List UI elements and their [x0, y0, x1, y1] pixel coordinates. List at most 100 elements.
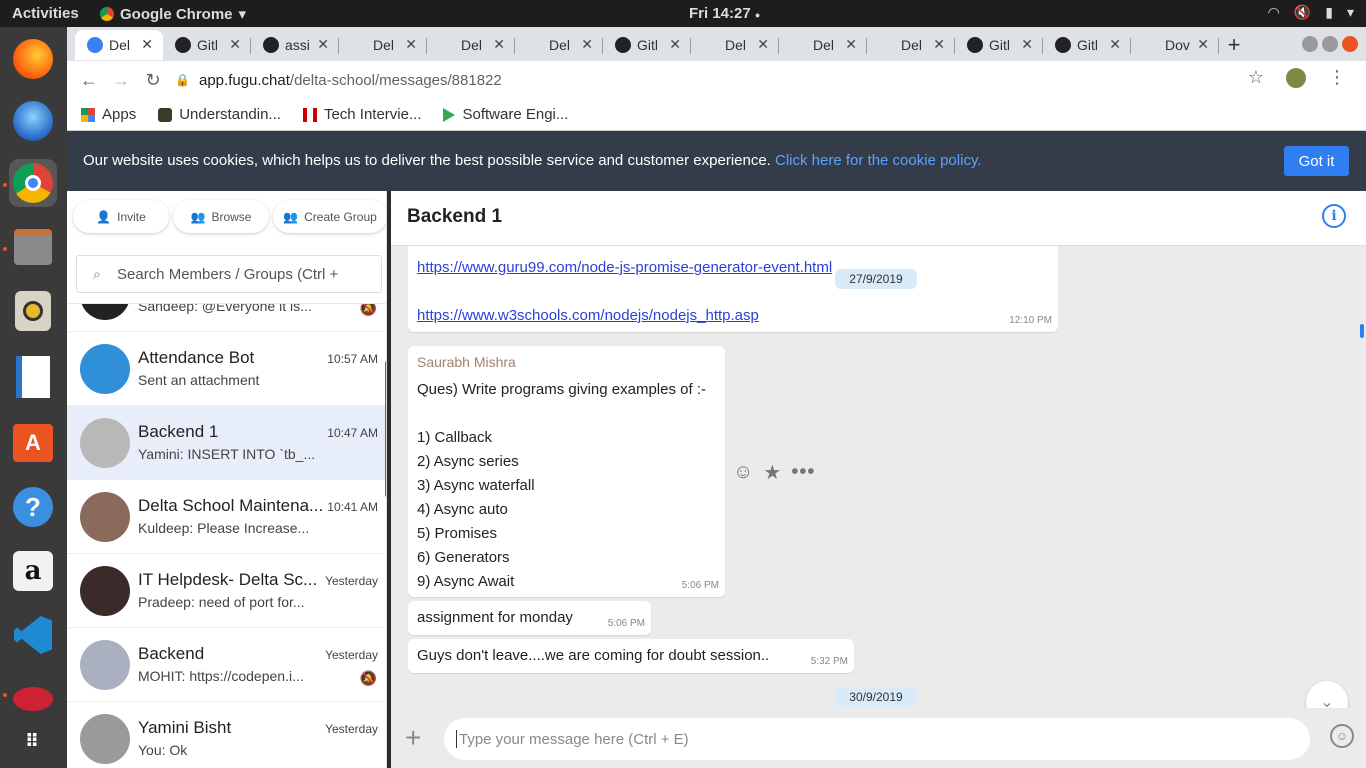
tab-close-icon[interactable]: ✕: [317, 36, 329, 53]
bookmark-apps[interactable]: Apps: [81, 106, 136, 123]
tab-close-icon[interactable]: ✕: [1021, 36, 1033, 53]
question-line: 1) Callback: [417, 429, 493, 446]
browser-tab[interactable]: Del ✕: [75, 30, 163, 60]
chat-scrollbar[interactable]: [1360, 324, 1364, 338]
activities-button[interactable]: Activities: [12, 5, 79, 22]
help-icon[interactable]: ?: [9, 483, 57, 531]
amazon-icon[interactable]: a: [9, 547, 57, 595]
tab-close-icon[interactable]: ✕: [669, 36, 681, 53]
firefox-icon[interactable]: [9, 35, 57, 83]
files-icon[interactable]: [9, 223, 57, 271]
list-item[interactable]: Sandeep: @Everyone it is... 🔕: [67, 304, 386, 332]
more-options-icon[interactable]: •••: [791, 461, 815, 484]
vscode-icon[interactable]: [9, 611, 57, 659]
tab-close-icon[interactable]: ✕: [845, 36, 857, 53]
software-center-icon[interactable]: A: [9, 419, 57, 467]
tab-close-icon[interactable]: ✕: [1197, 36, 1209, 53]
emoji-picker-icon[interactable]: ☺: [1330, 724, 1354, 748]
tab-close-icon[interactable]: ✕: [141, 36, 153, 53]
date-divider: 27/9/2019: [835, 269, 917, 289]
list-item[interactable]: Backend MOHIT: https://codepen.i... Yester…: [67, 628, 386, 702]
tab-title: Gitl: [197, 37, 218, 53]
browser-window: Del ✕ Gitl ✕ assi ✕ Del ✕ Del ✕ Del ✕ Gitl ✕ Del ✕ Del ✕ D…: [67, 27, 1366, 131]
browser-tab[interactable]: Gitl ✕: [603, 30, 691, 60]
got-it-button[interactable]: Got it: [1284, 146, 1349, 176]
show-apps-icon[interactable]: ⠿: [9, 717, 57, 765]
browser-tab[interactable]: Gitl ✕: [163, 30, 251, 60]
bookmark-star-icon[interactable]: ☆: [1248, 67, 1264, 88]
invite-button[interactable]: 👤 Invite: [73, 200, 169, 233]
back-icon[interactable]: ←: [73, 70, 105, 91]
tab-close-icon[interactable]: ✕: [1109, 36, 1121, 53]
browser-tab[interactable]: Dov ✕: [1131, 30, 1219, 60]
emoji-react-icon[interactable]: ☺: [733, 461, 753, 484]
profile-avatar[interactable]: [1286, 67, 1306, 88]
tab-close-icon[interactable]: ✕: [229, 36, 241, 53]
tab-close-icon[interactable]: ✕: [581, 36, 593, 53]
bookmark-label: Understandin...: [179, 106, 281, 123]
tab-close-icon[interactable]: ✕: [757, 36, 769, 53]
tab-close-icon[interactable]: ✕: [933, 36, 945, 53]
menu-kebab-icon[interactable]: ⋮: [1328, 67, 1346, 88]
bookmark-understanding[interactable]: Understandin...: [158, 106, 281, 123]
browser-tab[interactable]: Del ✕: [515, 30, 603, 60]
address-bar[interactable]: 🔒 app.fugu.chat/delta-school/messages/88…: [175, 66, 1255, 94]
list-item[interactable]: Delta School Maintena... Kuldeep: Please …: [67, 480, 386, 554]
search-placeholder: Search Members / Groups (Ctrl +: [117, 265, 339, 283]
thunderbird-icon[interactable]: [9, 97, 57, 145]
list-item[interactable]: Yamini Bisht You: Ok Yesterday: [67, 702, 386, 768]
browser-tab[interactable]: assi ✕: [251, 30, 339, 60]
cookie-text-row: Our website uses cookies, which helps us…: [83, 152, 982, 169]
w3schools-link[interactable]: https://www.w3schools.com/nodejs/nodejs_…: [417, 307, 759, 324]
app-menu[interactable]: Google Chrome ▾: [100, 5, 246, 23]
screenshot-app-icon[interactable]: [9, 675, 57, 723]
browser-tab[interactable]: Del ✕: [427, 30, 515, 60]
question-message: Saurabh Mishra Ques) Write programs givi…: [408, 346, 725, 597]
bookmark-software-engi[interactable]: Software Engi...: [443, 106, 568, 123]
guru99-link[interactable]: https://www.guru99.com/node-js-promise-g…: [417, 259, 832, 276]
browser-tab[interactable]: Gitl ✕: [955, 30, 1043, 60]
browse-button[interactable]: 👥 Browse: [173, 200, 269, 233]
tab-close-icon[interactable]: ✕: [493, 36, 505, 53]
star-icon[interactable]: ★: [763, 460, 781, 485]
tab-close-icon[interactable]: ✕: [405, 36, 417, 53]
bookmark-label: Tech Intervie...: [323, 106, 422, 123]
maximize-icon[interactable]: [1322, 36, 1338, 52]
system-tray[interactable]: ◠ 🔇 ▮ ▾: [1268, 4, 1354, 21]
list-item[interactable]: Backend 1 Yamini: INSERT INTO `tb_... 10:4…: [67, 406, 386, 480]
browser-tab[interactable]: Gitl ✕: [1043, 30, 1131, 60]
battery-icon: ▮: [1325, 4, 1333, 20]
close-window-icon[interactable]: [1342, 36, 1358, 52]
cookie-policy-link[interactable]: Click here for the cookie policy.: [775, 152, 981, 169]
search-members-input[interactable]: ⌕ Search Members / Groups (Ctrl +: [76, 255, 382, 293]
chrome-icon[interactable]: [9, 159, 57, 207]
browser-tab[interactable]: Del ✕: [691, 30, 779, 60]
browser-tab[interactable]: Del ✕: [779, 30, 867, 60]
avatar: [80, 418, 130, 468]
new-tab-icon[interactable]: +: [1219, 30, 1249, 60]
message-input[interactable]: Type your message here (Ctrl + E): [444, 718, 1310, 760]
list-item[interactable]: Attendance Bot Sent an attachment 10:57 AM: [67, 332, 386, 406]
list-item[interactable]: IT Helpdesk- Delta Sc... Pradeep: need of…: [67, 554, 386, 628]
chat-header: Backend 1 i: [391, 191, 1366, 246]
attach-plus-icon[interactable]: +: [405, 722, 421, 754]
browser-tab[interactable]: Del ✕: [867, 30, 955, 60]
browser-tab[interactable]: Del ✕: [339, 30, 427, 60]
reload-icon[interactable]: ↻: [137, 70, 169, 91]
bookmark-label: Software Engi...: [462, 106, 569, 123]
clock[interactable]: Fri 14:27 ●: [689, 5, 760, 22]
message-placeholder: Type your message here (Ctrl + E): [459, 730, 689, 748]
sender-name: Saurabh Mishra: [417, 354, 516, 370]
sidebar-scrollbar[interactable]: [385, 361, 386, 497]
scroll-to-bottom-button[interactable]: ⌄: [1306, 681, 1348, 708]
bookmark-tech-interview[interactable]: Tech Intervie...: [302, 106, 422, 123]
conversation-preview: Yamini: INSERT INTO `tb_...: [138, 446, 316, 462]
conversation-time: 10:47 AM: [327, 426, 378, 440]
create-group-button[interactable]: 👥 Create Group: [273, 200, 386, 233]
writer-icon[interactable]: [9, 353, 57, 401]
minimize-icon[interactable]: [1302, 36, 1318, 52]
lock-icon: 🔒: [175, 73, 190, 87]
rhythmbox-icon[interactable]: [9, 287, 57, 335]
forward-icon[interactable]: →: [105, 70, 137, 91]
info-icon[interactable]: i: [1322, 204, 1346, 228]
